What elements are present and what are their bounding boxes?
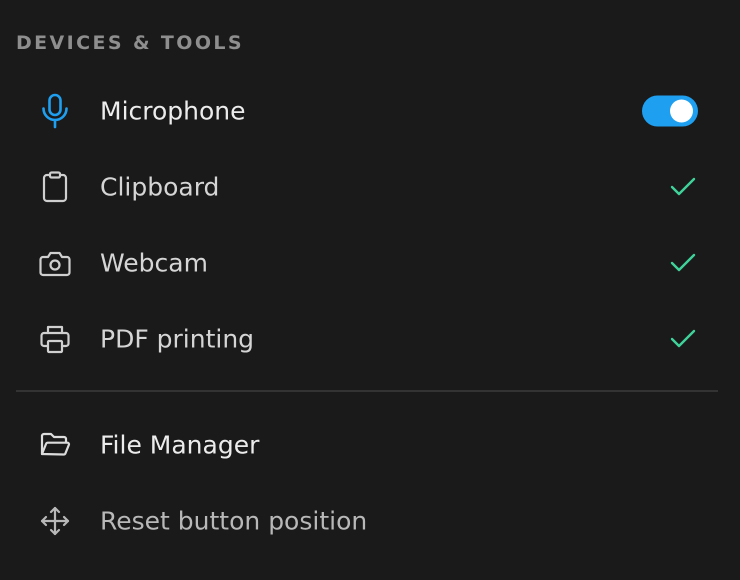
- webcam-label: Webcam: [100, 248, 208, 278]
- pdf-printing-label: PDF printing: [100, 324, 255, 354]
- section-title: DEVICES & TOOLS: [16, 32, 244, 54]
- microphone-row[interactable]: Microphone: [16, 76, 718, 146]
- section-divider: [16, 390, 718, 392]
- clipboard-row[interactable]: Clipboard: [16, 152, 718, 222]
- check-icon: [668, 248, 698, 278]
- move-arrows-icon: [38, 504, 72, 538]
- microphone-label: Microphone: [100, 96, 246, 126]
- devices-tools-panel: DEVICES & TOOLS Microphone Clipboard Web…: [0, 0, 740, 580]
- webcam-row[interactable]: Webcam: [16, 228, 718, 298]
- file-manager-button[interactable]: File Manager: [16, 410, 718, 480]
- toggle-knob: [670, 99, 693, 123]
- clipboard-label: Clipboard: [100, 172, 220, 202]
- clipboard-icon: [38, 170, 72, 204]
- check-icon: [668, 324, 698, 354]
- pdf-printing-row[interactable]: PDF printing: [16, 304, 718, 374]
- microphone-toggle[interactable]: [642, 95, 698, 127]
- camera-icon: [38, 246, 72, 280]
- microphone-icon: [38, 93, 72, 129]
- reset-button-position-button[interactable]: Reset button position: [16, 486, 718, 556]
- printer-icon: [38, 322, 72, 356]
- check-icon: [668, 172, 698, 202]
- reset-button-position-label: Reset button position: [100, 506, 368, 536]
- file-manager-label: File Manager: [100, 430, 260, 460]
- folder-open-icon: [38, 428, 72, 462]
